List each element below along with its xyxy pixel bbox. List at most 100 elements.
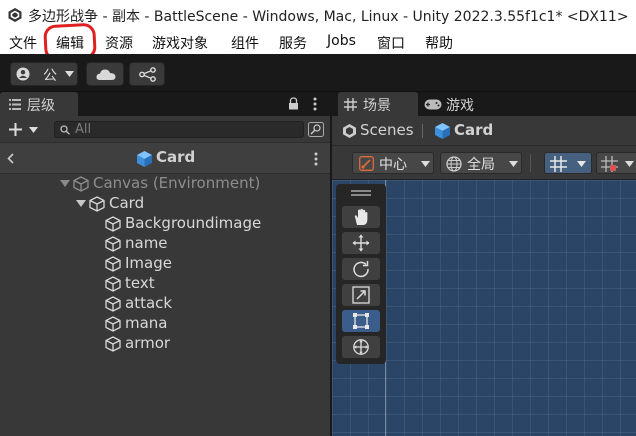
hierarchy-search-input[interactable]: All xyxy=(54,121,304,138)
rect-tool-button[interactable] xyxy=(342,310,380,332)
scene-toolbar: 中心 全局 xyxy=(332,146,636,180)
account-icon xyxy=(16,67,30,81)
scene-grid-icon xyxy=(344,98,357,111)
move-tool-icon xyxy=(352,234,370,252)
breadcrumb-scenes[interactable]: Scenes xyxy=(360,121,414,139)
scene-breadcrumb-bar: Scenes Card xyxy=(332,116,636,146)
tool-palette xyxy=(336,184,386,364)
chevron-down-icon xyxy=(65,71,74,77)
kebab-menu-icon[interactable] xyxy=(313,97,317,111)
scale-tool-button[interactable] xyxy=(342,284,380,306)
rotate-tool-button[interactable] xyxy=(342,258,380,280)
lock-icon[interactable] xyxy=(288,97,299,110)
search-icon xyxy=(60,125,70,135)
grid-snap-icon xyxy=(550,156,567,172)
drag-handle[interactable] xyxy=(351,190,371,192)
tree-item-label: Canvas (Environment) xyxy=(93,174,261,192)
cloud-button[interactable] xyxy=(86,62,124,86)
grid-snap-toggle[interactable] xyxy=(544,152,592,174)
tab-scene-label: 场景 xyxy=(363,98,391,114)
hierarchy-tree: Canvas (Environment) Card Backgroundimage n… xyxy=(0,174,330,414)
search-scope-icon[interactable] xyxy=(308,122,324,137)
transform-tool-button[interactable] xyxy=(342,336,380,358)
tab-hierarchy-label: 层级 xyxy=(27,98,55,114)
hierarchy-search-row: All xyxy=(0,118,330,140)
menu-gameobject[interactable]: 游戏对象 xyxy=(152,33,208,53)
tree-item[interactable]: Image xyxy=(0,254,330,274)
menu-component[interactable]: 组件 xyxy=(231,33,259,53)
menu-help[interactable]: 帮助 xyxy=(425,33,453,53)
gameobject-cube-icon xyxy=(73,176,89,192)
gamepad-icon xyxy=(424,99,442,110)
breadcrumb-card[interactable]: Card xyxy=(454,121,493,139)
rect-tool-icon xyxy=(353,313,369,329)
chevron-down-icon[interactable] xyxy=(29,127,38,133)
tree-item-label: Image xyxy=(125,254,172,272)
menu-services[interactable]: 服务 xyxy=(279,33,307,53)
hierarchy-panel: All Card Canvas (Environment) Card Backgro… xyxy=(0,116,330,436)
tree-item-label: Card xyxy=(109,194,145,212)
hierarchy-tab-bar: 层级 xyxy=(0,92,330,116)
scene-tab-bar: 场景 游戏 xyxy=(332,92,636,116)
tree-item[interactable]: mana xyxy=(0,314,330,334)
tree-item[interactable]: Canvas (Environment) xyxy=(0,174,330,194)
menu-file[interactable]: 文件 xyxy=(9,33,37,53)
tree-item[interactable]: Card xyxy=(0,194,330,214)
expand-arrow-icon[interactable] xyxy=(76,200,86,208)
space-label: 全局 xyxy=(467,157,495,173)
kebab-menu-icon[interactable] xyxy=(314,152,318,166)
move-tool-button[interactable] xyxy=(342,232,380,254)
menu-jobs[interactable]: Jobs xyxy=(327,33,356,49)
tree-item-label: attack xyxy=(125,294,173,312)
snap-increment-icon xyxy=(601,156,618,172)
transform-tool-icon xyxy=(353,339,369,355)
unity-scene-icon xyxy=(343,124,356,138)
tree-item-label: Backgroundimage xyxy=(125,214,262,232)
globe-icon xyxy=(446,156,462,172)
tree-item[interactable]: name xyxy=(0,234,330,254)
plus-icon[interactable] xyxy=(8,122,23,137)
menu-window[interactable]: 窗口 xyxy=(377,33,405,53)
pivot-dropdown[interactable]: 中心 xyxy=(352,152,434,174)
tab-scene[interactable]: 场景 xyxy=(338,92,418,116)
expand-arrow-icon[interactable] xyxy=(60,180,70,188)
account-button[interactable]: 公 xyxy=(10,62,78,86)
back-chevron-icon[interactable] xyxy=(7,153,14,164)
pivot-icon xyxy=(359,156,374,171)
prefab-cube-icon xyxy=(137,151,152,167)
tree-item-label: mana xyxy=(125,314,168,332)
gameobject-cube-icon xyxy=(105,256,121,272)
tab-game-label: 游戏 xyxy=(446,98,474,114)
collab-button[interactable] xyxy=(129,62,165,86)
tab-hierarchy[interactable]: 层级 xyxy=(0,92,78,116)
toolbar-separator xyxy=(530,154,531,172)
breadcrumb-separator xyxy=(422,124,423,138)
increment-snap-toggle[interactable] xyxy=(596,152,636,174)
chevron-down-icon xyxy=(625,161,634,167)
tree-item-label: armor xyxy=(125,334,171,352)
gameobject-cube-icon xyxy=(105,336,121,352)
gameobject-cube-icon xyxy=(105,216,121,232)
gameobject-cube-icon xyxy=(105,316,121,332)
account-label: 公 xyxy=(43,68,57,84)
hand-tool-button[interactable] xyxy=(342,206,380,228)
scale-tool-icon xyxy=(352,286,370,304)
gameobject-cube-icon xyxy=(105,296,121,312)
menu-assets[interactable]: 资源 xyxy=(105,33,133,53)
collaborate-icon xyxy=(139,67,156,82)
tree-item-label: text xyxy=(125,274,155,292)
drag-handle[interactable] xyxy=(351,194,371,196)
breadcrumb-label: Card xyxy=(156,148,196,166)
tree-item[interactable]: Backgroundimage xyxy=(0,214,330,234)
chevron-down-icon xyxy=(577,161,586,167)
list-icon xyxy=(9,99,21,110)
hierarchy-breadcrumb-bar: Card xyxy=(0,142,330,174)
gameobject-cube-icon xyxy=(89,196,105,212)
prefab-cube-icon xyxy=(435,123,450,139)
tree-item[interactable]: armor xyxy=(0,334,330,354)
space-dropdown[interactable]: 全局 xyxy=(440,152,522,174)
tab-game[interactable]: 游戏 xyxy=(424,92,484,116)
tree-item[interactable]: attack xyxy=(0,294,330,314)
gameobject-cube-icon xyxy=(105,236,121,252)
tree-item[interactable]: text xyxy=(0,274,330,294)
